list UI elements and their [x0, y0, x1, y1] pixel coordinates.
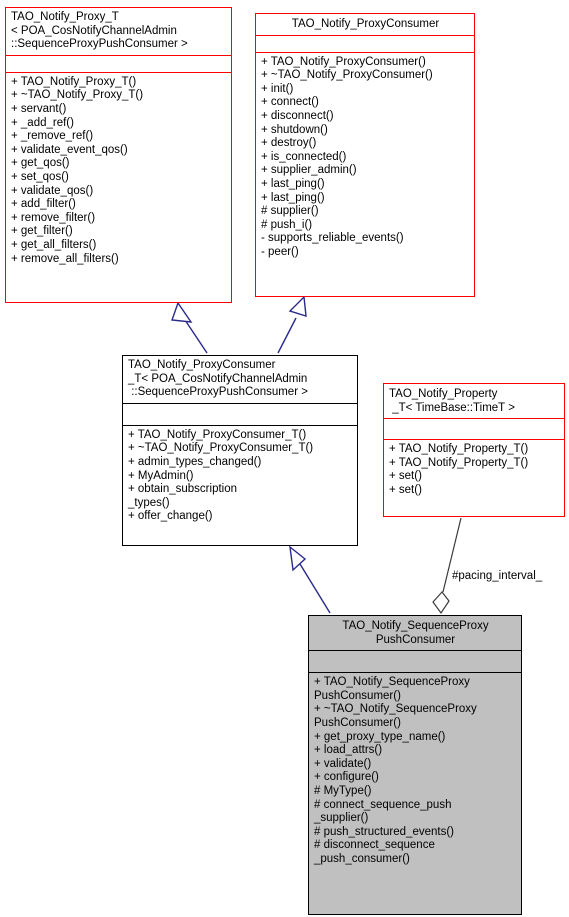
- class-title-tao-notify-proxy-t: TAO_Notify_Proxy_T < POA_CosNotifyChanne…: [6, 8, 231, 55]
- class-operation: + validate(): [314, 757, 372, 770]
- aggregation-role-label-pacing-interval: #pacing_interval_: [452, 570, 543, 582]
- class-title-tao-notify-property-t: TAO_Notify_Property _T< TimeBase::TimeT …: [384, 384, 564, 418]
- class-operation: + ~TAO_Notify_SequenceProxy: [314, 703, 477, 716]
- class-operation: + configure(): [314, 771, 379, 784]
- class-attributes-compartment: [256, 34, 474, 52]
- class-operation: - peer(): [261, 245, 299, 258]
- class-operation: + offer_change(): [128, 510, 213, 523]
- class-operation: + TAO_Notify_SequenceProxy: [314, 676, 470, 689]
- class-operations-compartment: + TAO_Notify_Proxy_T() + ~TAO_Notify_Pro…: [6, 71, 231, 269]
- class-box-tao-notify-property-t[interactable]: TAO_Notify_Property _T< TimeBase::TimeT …: [383, 383, 565, 517]
- class-title-line: TAO_Notify_Property: [389, 388, 498, 400]
- uml-class-diagram-canvas: TAO_Notify_Proxy_T < POA_CosNotifyChanne…: [0, 0, 569, 917]
- class-title-tao-notify-proxyconsumer-t: TAO_Notify_ProxyConsumer _T< POA_CosNoti…: [123, 356, 357, 403]
- class-operation: + load_attrs(): [314, 744, 383, 757]
- class-operation: # disconnect_sequence: [314, 839, 435, 852]
- class-operations-compartment: + TAO_Notify_Property_T() + TAO_Notify_P…: [384, 439, 564, 500]
- aggregation-edge-property-t-to-seqproxy: [432, 517, 462, 615]
- class-operation: + ~TAO_Notify_ProxyConsumer(): [261, 69, 433, 82]
- class-operations-compartment: + TAO_Notify_ProxyConsumer() + ~TAO_Noti…: [256, 51, 474, 263]
- class-operation: + validate_qos(): [11, 184, 94, 197]
- class-title-line: < POA_CosNotifyChannelAdmin: [11, 24, 177, 37]
- class-operation: # MyType(): [314, 784, 372, 797]
- class-title-line: TAO_Notify_ProxyConsumer: [291, 18, 440, 30]
- class-operation: + set(): [389, 483, 422, 496]
- class-operation: + MyAdmin(): [128, 469, 194, 482]
- class-operation: + disconnect(): [261, 109, 334, 122]
- class-operation: _types(): [128, 496, 170, 509]
- class-attributes-compartment: [6, 54, 231, 72]
- inheritance-edge-seqproxy-to-proxyconsumer-t: [289, 545, 331, 614]
- class-operation: PushConsumer(): [314, 716, 401, 729]
- class-operation: + remove_filter(): [11, 211, 96, 224]
- class-operation: + set_qos(): [11, 170, 69, 183]
- class-operation: + TAO_Notify_ProxyConsumer(): [261, 55, 426, 68]
- class-title-line: ::SequenceProxyPushConsumer >: [128, 386, 308, 399]
- class-operation: + TAO_Notify_Property_T(): [389, 443, 529, 456]
- class-operation: + supplier_admin(): [261, 164, 357, 177]
- class-operation: + ~TAO_Notify_ProxyConsumer_T(): [128, 442, 314, 455]
- class-operation: + get_qos(): [11, 157, 70, 170]
- class-operation: + get_all_filters(): [11, 238, 97, 251]
- class-operation: + TAO_Notify_Proxy_T(): [11, 75, 137, 88]
- class-title-line: TAO_Notify_SequenceProxy: [342, 620, 489, 632]
- class-operation: + remove_all_filters(): [11, 252, 119, 265]
- class-attributes-compartment: [384, 418, 564, 439]
- class-title-tao-notify-proxyconsumer: TAO_Notify_ProxyConsumer: [256, 14, 474, 35]
- class-operation: + last_ping(): [261, 191, 325, 204]
- class-operation: + _add_ref(): [11, 116, 74, 129]
- class-operation: + shutdown(): [261, 123, 328, 136]
- class-attributes-compartment: [123, 402, 357, 425]
- class-operation: + set(): [389, 470, 422, 483]
- class-title-line: _T< POA_CosNotifyChannelAdmin: [128, 372, 308, 385]
- class-operation: + destroy(): [261, 137, 317, 150]
- class-box-tao-notify-proxyconsumer[interactable]: TAO_Notify_ProxyConsumer + TAO_Notify_Pr…: [255, 13, 475, 297]
- class-operation: + add_filter(): [11, 198, 76, 211]
- class-title-tao-notify-sequenceproxypushconsumer: TAO_Notify_SequenceProxy PushConsumer: [309, 616, 521, 650]
- inheritance-edge-proxyconsumer-t-to-proxy-t: [171, 301, 208, 354]
- class-title-line: _T< TimeBase::TimeT >: [389, 401, 515, 414]
- class-operations-compartment: + TAO_Notify_ProxyConsumer_T() + ~TAO_No…: [123, 424, 357, 527]
- class-operation: _supplier(): [314, 812, 369, 825]
- class-operation: # supplier(): [261, 205, 319, 218]
- inheritance-edge-proxyconsumer-t-to-proxyconsumer: [277, 295, 307, 354]
- class-operation: + TAO_Notify_ProxyConsumer_T(): [128, 428, 307, 441]
- class-operation: + get_proxy_type_name(): [314, 730, 446, 743]
- class-operation: # push_i(): [261, 218, 313, 231]
- class-operation: + is_connected(): [261, 150, 347, 163]
- class-box-tao-notify-proxy-t[interactable]: TAO_Notify_Proxy_T < POA_CosNotifyChanne…: [5, 7, 232, 303]
- class-operation: + admin_types_changed(): [128, 455, 262, 468]
- class-operation: + connect(): [261, 96, 319, 109]
- class-operation: + _remove_ref(): [11, 130, 94, 143]
- class-box-tao-notify-sequenceproxypushconsumer[interactable]: TAO_Notify_SequenceProxy PushConsumer + …: [308, 615, 522, 915]
- class-operation: + ~TAO_Notify_Proxy_T(): [11, 89, 144, 102]
- class-operation: + TAO_Notify_Property_T(): [389, 456, 529, 469]
- class-operation: PushConsumer(): [314, 689, 401, 702]
- class-title-line: TAO_Notify_Proxy_T: [11, 11, 119, 23]
- class-title-line: ::SequenceProxyPushConsumer >: [11, 38, 188, 51]
- class-box-tao-notify-proxyconsumer-t[interactable]: TAO_Notify_ProxyConsumer _T< POA_CosNoti…: [122, 355, 358, 546]
- class-operation: + validate_event_qos(): [11, 143, 128, 156]
- class-operation: + get_filter(): [11, 225, 73, 238]
- class-operation: + servant(): [11, 102, 67, 115]
- class-operation: - supports_reliable_events(): [261, 232, 404, 245]
- class-title-line: TAO_Notify_ProxyConsumer: [128, 359, 276, 371]
- class-operation: # connect_sequence_push: [314, 798, 452, 811]
- class-title-line: PushConsumer: [375, 633, 456, 646]
- class-operation: # push_structured_events(): [314, 825, 454, 838]
- class-operation: + last_ping(): [261, 177, 325, 190]
- class-operation: _push_consumer(): [314, 852, 410, 865]
- class-operations-compartment: + TAO_Notify_SequenceProxy PushConsumer(…: [309, 672, 521, 869]
- class-operation: + init(): [261, 82, 294, 95]
- class-operation: + obtain_subscription: [128, 483, 238, 496]
- class-attributes-compartment: [309, 650, 521, 672]
